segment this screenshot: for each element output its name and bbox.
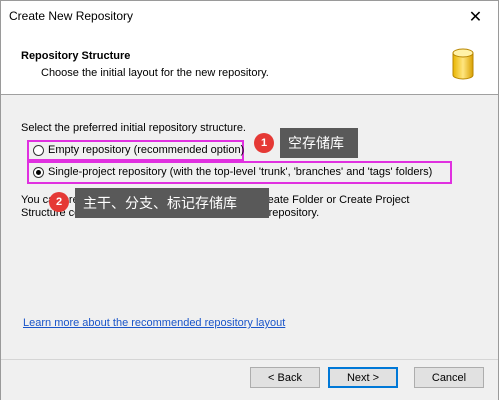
window-title: Create New Repository [9,9,134,23]
option-label: Single-project repository (with the top-… [48,166,433,178]
option-empty-repository[interactable]: Empty repository (recommended option) [33,144,244,156]
back-button[interactable]: < Back [250,367,320,388]
header-title: Repository Structure [21,50,131,62]
close-icon[interactable]: ✕ [453,1,498,32]
option-single-project-repository[interactable]: Single-project repository (with the top-… [33,166,432,178]
database-icon [452,48,474,80]
annotation-badge-2: 2 [49,192,69,212]
next-button[interactable]: Next > [328,367,398,388]
structure-prompt: Select the preferred initial repository … [21,122,246,134]
title-bar: Create New Repository ✕ [1,1,498,32]
radio-button-selected[interactable] [33,166,44,178]
wizard-header: Repository Structure Choose the initial … [1,32,498,95]
dialog-window: Create New Repository ✕ Repository Struc… [0,0,499,400]
cancel-button[interactable]: Cancel [414,367,484,388]
learn-more-link[interactable]: Learn more about the recommended reposit… [23,317,285,329]
annotation-badge-1: 1 [254,133,274,153]
radio-button[interactable] [33,144,44,156]
annotation-tooltip-2: 主干、分支、标记存储库 [75,188,269,218]
header-subtitle: Choose the initial layout for the new re… [41,67,269,79]
option-label: Empty repository (recommended option) [48,144,245,156]
annotation-tooltip-1: 空存储库 [280,128,358,158]
